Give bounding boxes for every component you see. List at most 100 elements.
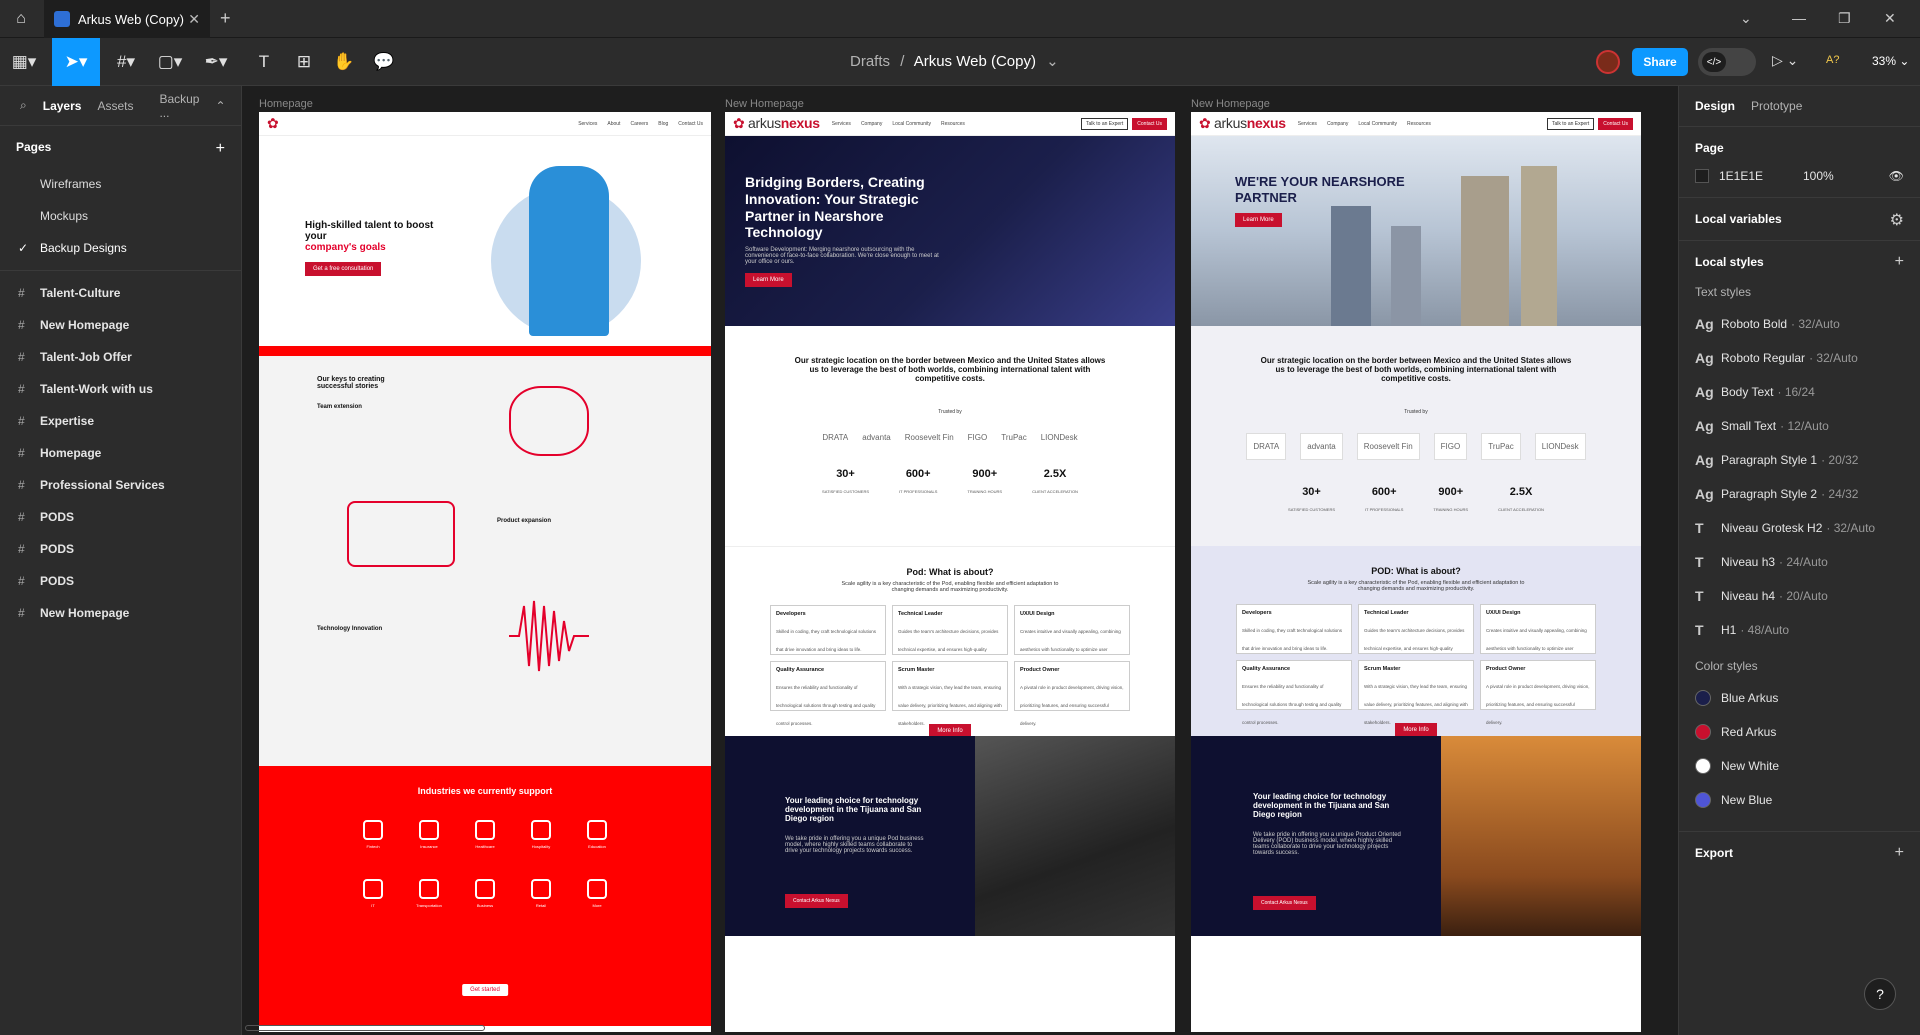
minimize-icon[interactable]: — [1792, 10, 1806, 26]
text-style-item[interactable]: Ag Paragraph Style 1 · 20/32 [1695, 443, 1904, 477]
local-variables-section[interactable]: Local variables ⚙ [1679, 197, 1920, 240]
layer-item[interactable]: # Expertise [0, 405, 241, 437]
dev-mode-toggle[interactable]: </> [1698, 48, 1756, 76]
contact-us-button[interactable]: Contact Us [1132, 117, 1167, 130]
page-color-swatch[interactable] [1695, 169, 1709, 183]
nav-link[interactable]: Services [1298, 121, 1317, 127]
shape-tool-icon[interactable]: ▢▾ [150, 38, 190, 86]
nav-link[interactable]: Blog [658, 121, 668, 127]
restore-icon[interactable]: ❐ [1838, 10, 1851, 27]
page-item[interactable]: Mockups [0, 200, 241, 232]
frame-label[interactable]: New Homepage [725, 98, 804, 110]
chevron-down-icon[interactable]: ⌄ [1740, 10, 1752, 27]
page-color-row[interactable]: 1E1E1E 100% 👁 [1695, 169, 1904, 183]
nav-link[interactable]: About [607, 121, 620, 127]
layer-item[interactable]: # Professional Services [0, 469, 241, 501]
crumb-parent[interactable]: Drafts [850, 53, 890, 70]
page-switcher[interactable]: Backup ... [159, 92, 199, 120]
file-name[interactable]: Arkus Web (Copy) [914, 53, 1036, 70]
main-menu-icon[interactable]: ▦▾ [4, 38, 44, 86]
nav-link[interactable]: Careers [630, 121, 648, 127]
nav-link[interactable]: Company [861, 121, 882, 127]
tab-design[interactable]: Design [1695, 99, 1735, 113]
page-opacity-value[interactable]: 100% [1803, 169, 1834, 183]
color-style-item[interactable]: New Blue [1695, 783, 1904, 817]
home-icon[interactable]: ⌂ [8, 6, 34, 32]
text-style-item[interactable]: Ag Roboto Regular · 32/Auto [1695, 341, 1904, 375]
add-page-icon[interactable]: + [216, 140, 225, 158]
layer-item[interactable]: # Talent-Work with us [0, 373, 241, 405]
move-tool-icon[interactable]: ➤▾ [52, 38, 100, 86]
layer-item[interactable]: # PODS [0, 533, 241, 565]
tab-assets[interactable]: Assets [97, 99, 133, 113]
color-style-item[interactable]: New White [1695, 749, 1904, 783]
help-icon[interactable]: ? [1864, 978, 1896, 1010]
layer-item[interactable]: # PODS [0, 501, 241, 533]
nav-link[interactable]: Resources [1407, 121, 1431, 127]
text-style-item[interactable]: Ag Roboto Bold · 32/Auto [1695, 307, 1904, 341]
page-color-value[interactable]: 1E1E1E [1719, 169, 1803, 183]
color-style-item[interactable]: Red Arkus [1695, 715, 1904, 749]
layer-item[interactable]: # New Homepage [0, 597, 241, 629]
text-style-item[interactable]: Ag Body Text · 16/24 [1695, 375, 1904, 409]
color-style-item[interactable]: Blue Arkus [1695, 681, 1904, 715]
layer-item[interactable]: # Talent-Job Offer [0, 341, 241, 373]
frame-label[interactable]: New Homepage [1191, 98, 1270, 110]
comment-tool-icon[interactable]: 💬 [364, 38, 404, 86]
file-tab[interactable]: Arkus Web (Copy) ✕ [44, 0, 210, 38]
zoom-level[interactable]: 33% ⌄ [1872, 54, 1909, 68]
chevron-up-icon[interactable]: ⌃ [215, 99, 225, 113]
variables-settings-icon[interactable]: ⚙ [1890, 210, 1904, 230]
nav-link[interactable]: Company [1327, 121, 1348, 127]
page-item-active[interactable]: ✓ Backup Designs [0, 232, 241, 264]
frame-label[interactable]: Homepage [259, 98, 313, 110]
layer-item[interactable]: # Homepage [0, 437, 241, 469]
frame-new-homepage-1[interactable]: ✿ arkusnexus Services Company Local Commun… [725, 112, 1175, 1032]
search-icon[interactable]: ⌕ [20, 98, 27, 113]
nav-link[interactable]: Local Community [892, 121, 931, 127]
more-info-button[interactable]: More Info [1395, 723, 1437, 737]
contact-nexus-button[interactable]: Contact Arkus Nexus [785, 894, 848, 908]
eye-icon[interactable]: 👁 [1889, 169, 1904, 183]
present-icon[interactable]: ▷ ⌄ [1772, 52, 1798, 69]
tab-layers[interactable]: Layers [43, 99, 82, 113]
contact-us-button[interactable]: Contact Us [1598, 117, 1633, 130]
frame-homepage[interactable]: ✿ Services About Careers Blog Contact Us Hig… [259, 112, 711, 1032]
frame-new-homepage-2[interactable]: ✿ arkusnexus Services Company Local Commun… [1191, 112, 1641, 1032]
avatar[interactable] [1596, 50, 1620, 74]
nav-link[interactable]: Services [832, 121, 851, 127]
canvas[interactable]: Homepage New Homepage New Homepage ✿ Ser… [243, 86, 1677, 1035]
breadcrumb[interactable]: Drafts / Arkus Web (Copy) ⌄ [850, 52, 1059, 70]
close-tab-icon[interactable]: ✕ [188, 11, 200, 28]
text-style-item[interactable]: Ag Small Text · 12/Auto [1695, 409, 1904, 443]
layer-item[interactable]: # Talent-Culture [0, 277, 241, 309]
resources-icon[interactable]: ⊞ [284, 38, 324, 86]
text-style-item[interactable]: T H1 · 48/Auto [1695, 613, 1904, 647]
nav-link[interactable]: Contact Us [678, 121, 703, 127]
nav-link[interactable]: Resources [941, 121, 965, 127]
contact-nexus-button[interactable]: Contact Arkus Nexus [1253, 896, 1316, 910]
text-tool-icon[interactable]: T [244, 38, 284, 86]
add-style-icon[interactable]: + [1895, 253, 1904, 271]
frame-tool-icon[interactable]: #▾ [106, 38, 146, 86]
pen-tool-icon[interactable]: ✒▾ [196, 38, 236, 86]
new-tab-button[interactable]: + [220, 8, 231, 29]
export-section[interactable]: Export + [1679, 831, 1920, 874]
layer-item[interactable]: # New Homepage [0, 309, 241, 341]
share-button[interactable]: Share [1632, 48, 1688, 76]
learn-more-button[interactable]: Learn More [1235, 213, 1282, 228]
layer-item[interactable]: # PODS [0, 565, 241, 597]
text-style-item[interactable]: Ag Paragraph Style 2 · 24/32 [1695, 477, 1904, 511]
get-started-button[interactable]: Get started [462, 984, 508, 996]
nav-link[interactable]: Services [578, 121, 597, 127]
talk-expert-button[interactable]: Talk to an Expert [1547, 117, 1595, 130]
horizontal-scrollbar[interactable] [245, 1025, 485, 1031]
nav-link[interactable]: Local Community [1358, 121, 1397, 127]
text-style-item[interactable]: T Niveau h3 · 24/Auto [1695, 545, 1904, 579]
text-style-item[interactable]: T Niveau h4 · 20/Auto [1695, 579, 1904, 613]
hand-tool-icon[interactable]: ✋ [324, 38, 364, 86]
chevron-down-icon[interactable]: ⌄ [1046, 53, 1059, 70]
page-item[interactable]: Wireframes [0, 168, 241, 200]
accessibility-check[interactable]: A? [1826, 54, 1839, 66]
talk-expert-button[interactable]: Talk to an Expert [1081, 117, 1129, 130]
